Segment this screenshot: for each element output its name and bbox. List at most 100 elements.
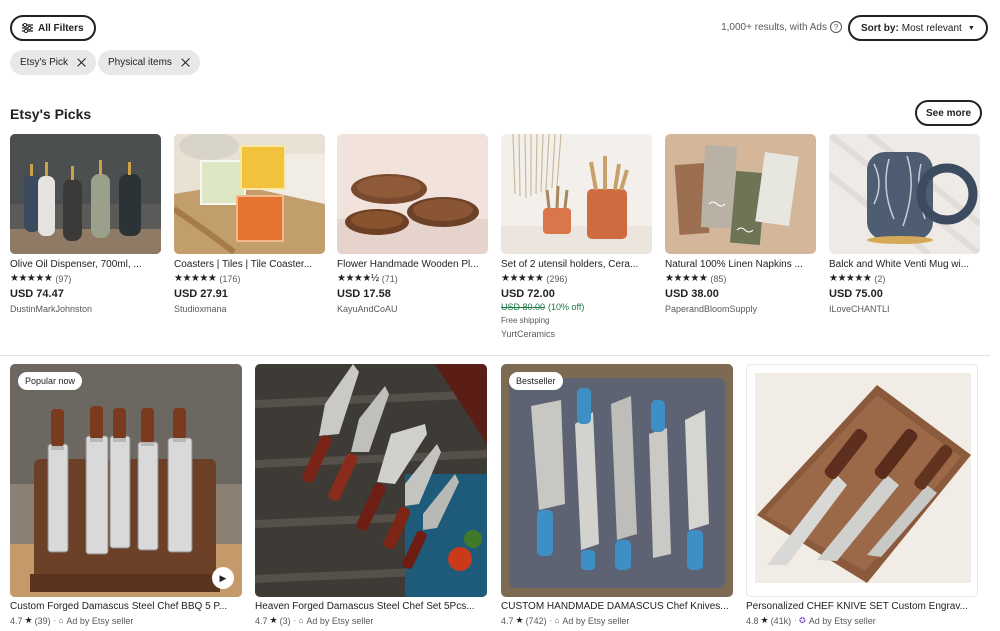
- results-count: 1,000+ results, with Ads ?: [721, 21, 842, 33]
- review-count: (176): [219, 273, 241, 284]
- ad-tag-icon: · ⌂: [549, 616, 560, 625]
- price: USD 72.00: [501, 288, 555, 300]
- sale-info: USD 80.00 (10% off): [501, 302, 652, 312]
- ad-label: Ad by Etsy seller: [66, 615, 134, 626]
- star-icon: ★★★★★: [829, 273, 872, 284]
- product-image[interactable]: Popular now ▶: [10, 364, 242, 597]
- product-image[interactable]: [665, 134, 816, 254]
- shop-name[interactable]: YurtCeramics: [501, 329, 652, 339]
- listing-title[interactable]: Custom Forged Damascus Steel Chef BBQ 5 …: [10, 601, 242, 612]
- listing-meta: 4.8 ★ (41k) · ✪ Ad by Etsy seller: [746, 615, 978, 626]
- ad-label: Ad by Etsy seller: [562, 615, 630, 626]
- pick-card[interactable]: Natural 100% Linen Napkins ... ★★★★★ (85)…: [665, 134, 816, 314]
- close-icon[interactable]: [181, 58, 190, 67]
- star-icon: ★★★★★: [10, 273, 53, 284]
- filter-chip-label: Etsy's Pick: [20, 57, 69, 68]
- star-icon: ★★★★★: [174, 273, 217, 284]
- review-count: (39): [34, 615, 51, 626]
- star-icon: ★: [515, 615, 524, 625]
- all-filters-button[interactable]: All Filters: [10, 15, 96, 41]
- pick-card[interactable]: Balck and White Venti Mug wi... ★★★★★ (2)…: [829, 134, 980, 314]
- shop-name[interactable]: PaperandBloomSupply: [665, 304, 816, 314]
- pick-title[interactable]: Balck and White Venti Mug wi...: [829, 259, 980, 270]
- listing-title[interactable]: Heaven Forged Damascus Steel Chef Set 5P…: [255, 601, 487, 612]
- rating: ★★★★★ (176): [174, 273, 325, 284]
- rating: ★★★★★ (2): [829, 273, 980, 284]
- star-icon: ★: [760, 615, 769, 625]
- sort-prefix: Sort by:: [861, 22, 899, 34]
- ad-tag-icon: · ⌂: [53, 616, 64, 625]
- listing-title[interactable]: Personalized CHEF KNIVE SET Custom Engra…: [746, 601, 978, 612]
- all-filters-label: All Filters: [38, 22, 84, 34]
- rating-value: 4.7: [255, 615, 268, 626]
- star-icon: ★★★★★: [665, 273, 708, 284]
- ad-label: Ad by Etsy seller: [306, 615, 374, 626]
- pick-card[interactable]: Olive Oil Dispenser, 700ml, ... ★★★★★ (97…: [10, 134, 161, 314]
- review-count: (296): [546, 273, 568, 284]
- shop-name[interactable]: Studioxmana: [174, 304, 325, 314]
- pick-title[interactable]: Flower Handmade Wooden Pl...: [337, 259, 488, 270]
- review-count: (742): [525, 615, 547, 626]
- product-image[interactable]: [501, 134, 652, 254]
- rating-value: 4.7: [10, 615, 23, 626]
- filter-chip-label: Physical items: [108, 57, 172, 68]
- rating: ★★★★½ (71): [337, 273, 488, 284]
- listing-title[interactable]: CUSTOM HANDMADE DAMASCUS Chef Knives...: [501, 601, 733, 612]
- review-count: (97): [55, 273, 72, 284]
- rating: ★★★★★ (97): [10, 273, 161, 284]
- product-image[interactable]: [746, 364, 978, 597]
- close-icon[interactable]: [77, 58, 86, 67]
- rating: ★★★★★ (296): [501, 273, 652, 284]
- star-icon: ★★★★★: [501, 273, 544, 284]
- pick-title[interactable]: Olive Oil Dispenser, 700ml, ...: [10, 259, 161, 270]
- product-image[interactable]: [10, 134, 161, 254]
- ad-label: Ad by Etsy seller: [808, 615, 876, 626]
- review-count: (71): [381, 273, 398, 284]
- price: USD 27.91: [174, 288, 228, 300]
- filter-chip-etsys-pick[interactable]: Etsy's Pick: [10, 50, 97, 75]
- listing-meta: 4.7 ★ (39) · ⌂ Ad by Etsy seller: [10, 615, 242, 626]
- listing-meta: 4.7 ★ (3) · ⌂ Ad by Etsy seller: [255, 615, 487, 626]
- star-seller-icon: · ✪: [794, 616, 806, 625]
- review-count: (41k): [770, 615, 792, 626]
- product-image[interactable]: [255, 364, 487, 597]
- pick-card[interactable]: Coasters | Tiles | Tile Coaster... ★★★★★…: [174, 134, 325, 314]
- price: USD 38.00: [665, 288, 719, 300]
- section-divider: [0, 355, 990, 356]
- pick-title[interactable]: Coasters | Tiles | Tile Coaster...: [174, 259, 325, 270]
- pick-card[interactable]: Set of 2 utensil holders, Cera... ★★★★★(…: [501, 134, 652, 339]
- discount: (10% off): [548, 302, 585, 312]
- listing-card[interactable]: Popular now ▶ Custom Forged Damascus Ste…: [10, 364, 242, 626]
- rating-value: 4.7: [501, 615, 514, 626]
- product-image[interactable]: [337, 134, 488, 254]
- price: USD 75.00: [829, 288, 883, 300]
- product-image[interactable]: [829, 134, 980, 254]
- star-icon: ★: [269, 615, 278, 625]
- sort-dropdown[interactable]: Sort by: Most relevant ▼: [848, 15, 988, 41]
- pick-title[interactable]: Set of 2 utensil holders, Cera...: [501, 259, 652, 270]
- listing-meta: 4.7 ★ (742) · ⌂ Ad by Etsy seller: [501, 615, 733, 626]
- product-image[interactable]: [174, 134, 325, 254]
- listing-card[interactable]: Personalized CHEF KNIVE SET Custom Engra…: [746, 364, 978, 626]
- shipping-label: Free shipping: [501, 316, 550, 325]
- original-price: USD 80.00: [501, 302, 546, 312]
- pick-title[interactable]: Natural 100% Linen Napkins ...: [665, 259, 816, 270]
- shop-name[interactable]: DustinMarkJohnston: [10, 304, 161, 314]
- results-count-text: 1,000+ results, with Ads: [721, 21, 827, 33]
- price: USD 17.58: [337, 288, 391, 300]
- star-icon: ★: [24, 615, 33, 625]
- star-icon: ★★★★½: [337, 273, 379, 284]
- product-image[interactable]: Bestseller: [501, 364, 733, 597]
- pick-card[interactable]: Flower Handmade Wooden Pl... ★★★★½ (71) U…: [337, 134, 488, 314]
- listing-card[interactable]: Heaven Forged Damascus Steel Chef Set 5P…: [255, 364, 487, 626]
- help-circle-icon[interactable]: ?: [830, 21, 842, 33]
- ad-tag-icon: · ⌂: [293, 616, 304, 625]
- status-badge: Bestseller: [509, 372, 563, 390]
- filter-chip-physical-items[interactable]: Physical items: [98, 50, 200, 75]
- shop-name[interactable]: KayuAndCoAU: [337, 304, 488, 314]
- listing-card[interactable]: Bestseller CUSTOM HANDMADE DAMASCUS Chef…: [501, 364, 733, 626]
- section-title: Etsy's Picks: [10, 106, 92, 122]
- play-icon[interactable]: ▶: [212, 567, 234, 589]
- see-more-button[interactable]: See more: [915, 100, 983, 126]
- shop-name[interactable]: ILoveCHANTLI: [829, 304, 980, 314]
